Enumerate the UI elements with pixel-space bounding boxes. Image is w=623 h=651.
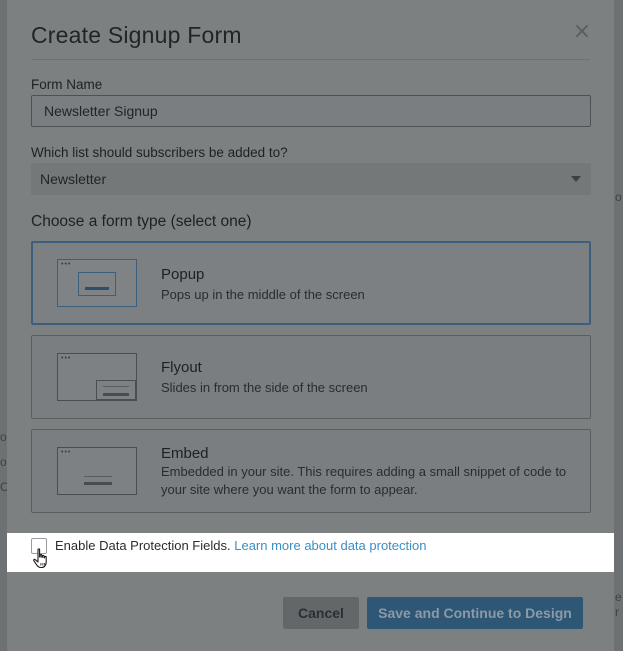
cancel-button[interactable]: Cancel (283, 597, 359, 629)
form-type-description: Embedded in your site. This requires add… (161, 464, 567, 497)
popup-box-shape (78, 272, 116, 296)
form-name-label: Form Name (31, 77, 103, 92)
form-type-card-popup[interactable]: ••• Popup Pops up in the middle of the s… (31, 241, 591, 325)
list-select-value: Newsletter (40, 171, 107, 187)
list-select[interactable]: Newsletter (31, 163, 591, 195)
list-select-label: Which list should subscribers be added t… (31, 145, 288, 160)
form-type-title: Popup (161, 266, 205, 283)
embed-button-shape (84, 482, 112, 485)
data-protection-label: Enable Data Protection Fields. Learn mor… (55, 538, 426, 553)
modal-title: Create Signup Form (31, 22, 242, 48)
background-left-edge: o o C (0, 0, 9, 651)
background-text: o (615, 190, 622, 204)
form-name-input[interactable]: Newsletter Signup (31, 95, 591, 127)
popup-thumbnail-icon: ••• (57, 259, 137, 307)
background-text: o (0, 455, 7, 469)
window-dots-icon: ••• (61, 449, 72, 456)
window-dots-icon: ••• (61, 261, 72, 268)
hand-pointer-icon (33, 548, 47, 569)
flyout-text-line (103, 386, 129, 387)
background-text: o (0, 430, 7, 444)
flyout-box-shape (96, 380, 136, 400)
form-type-card-embed[interactable]: ••• Embed Embedded in your site. This re… (31, 429, 591, 513)
save-and-continue-button[interactable]: Save and Continue to Design (367, 597, 583, 629)
background-text: r (615, 605, 619, 619)
data-protection-link[interactable]: Learn more about data protection (234, 538, 426, 553)
form-type-title: Flyout (161, 359, 202, 376)
data-protection-text: Enable Data Protection Fields. (55, 538, 231, 553)
form-type-heading: Choose a form type (select one) (31, 213, 252, 230)
background-right-edge: o e r (614, 0, 623, 651)
chevron-down-icon (571, 176, 581, 182)
form-type-title: Embed (161, 445, 209, 462)
flyout-thumbnail-icon: ••• (57, 353, 137, 401)
background-text: e (615, 590, 622, 604)
window-dots-icon: ••• (61, 355, 72, 362)
form-type-card-flyout[interactable]: ••• Flyout Slides in from the side of th… (31, 335, 591, 419)
form-type-description: Slides in from the side of the screen (161, 380, 368, 395)
close-icon[interactable]: × (570, 18, 594, 46)
form-type-description: Pops up in the middle of the screen (161, 287, 365, 302)
embed-thumbnail-icon: ••• (57, 447, 137, 495)
title-divider (31, 59, 590, 60)
flyout-button-shape (103, 393, 129, 396)
embed-text-line (84, 476, 112, 477)
data-protection-row: Enable Data Protection Fields. Learn mor… (7, 533, 614, 572)
popup-button-shape (85, 287, 109, 290)
